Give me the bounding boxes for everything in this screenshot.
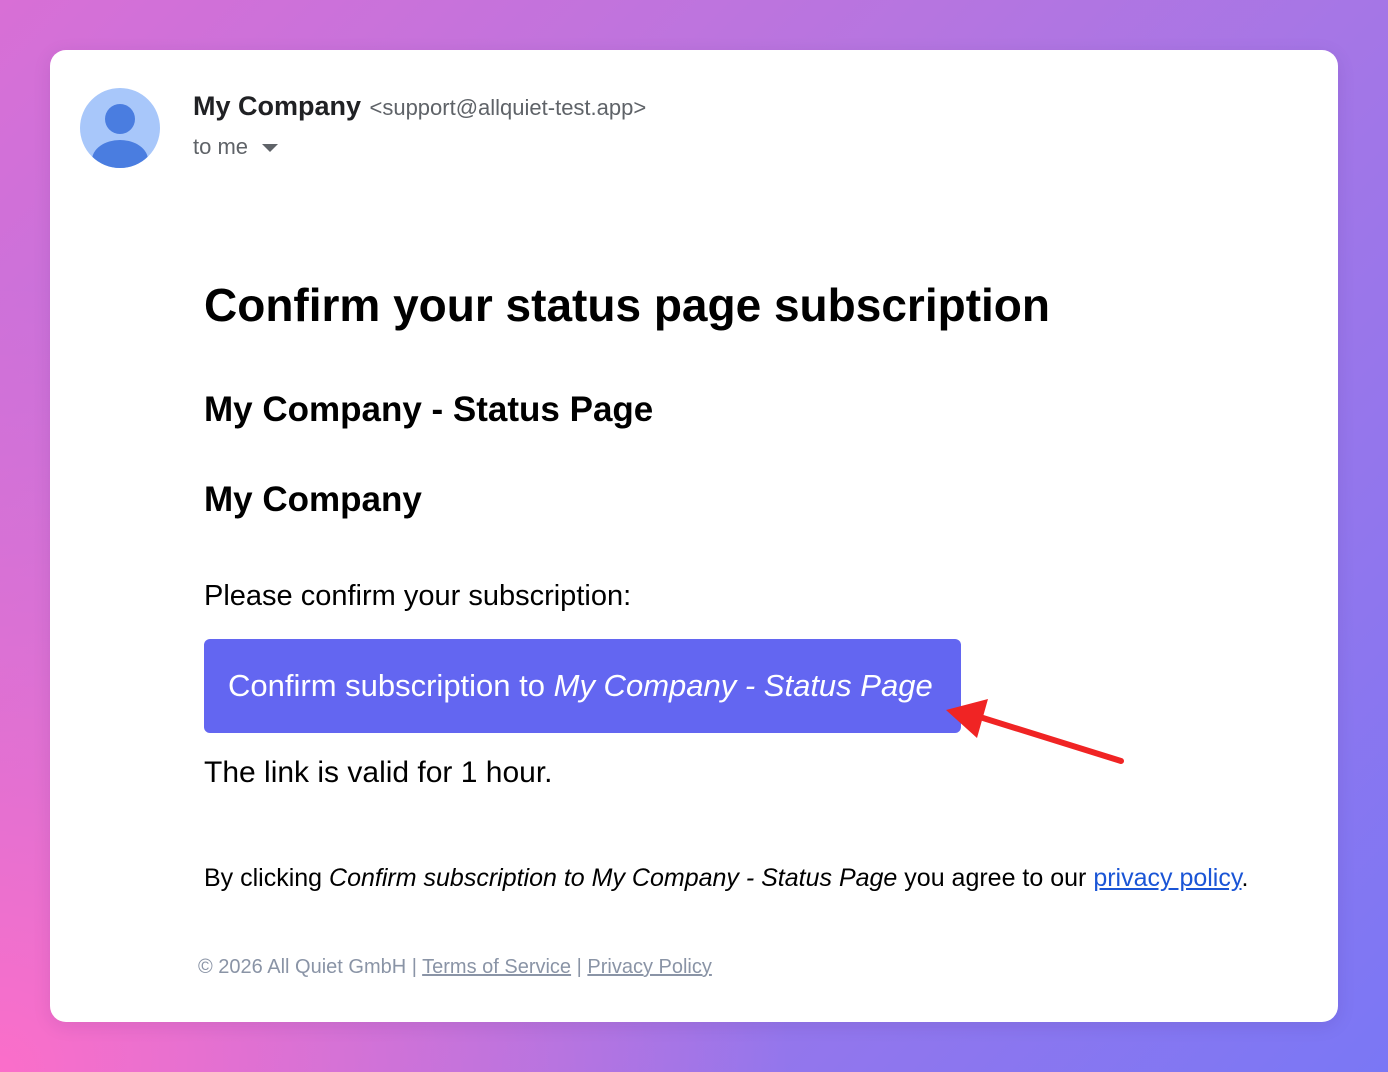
email-footer: © 2026 All Quiet GmbH | Terms of Service… (198, 956, 712, 979)
privacy-policy-link[interactable]: privacy policy (1093, 864, 1241, 892)
agreement-suffix: . (1241, 864, 1249, 892)
sender-email: <support@allquiet-test.app> (369, 95, 647, 120)
sender-line: My Company <support@allquiet-test.app> (193, 91, 646, 122)
agreement-prefix: By clicking (204, 864, 330, 892)
footer-separator: | (571, 956, 588, 978)
agreement-middle: you agree to our (897, 864, 1094, 892)
company-name: My Company (204, 480, 422, 519)
confirm-prompt: Please confirm your subscription: (204, 580, 632, 612)
email-card: My Company <support@allquiet-test.app> t… (50, 50, 1338, 1022)
confirm-subscription-button[interactable]: Confirm subscription to My Company - Sta… (204, 639, 961, 733)
footer-copyright: © 2026 All Quiet GmbH (198, 956, 407, 978)
footer-privacy-policy-link[interactable]: Privacy Policy (587, 956, 711, 978)
terms-of-service-link[interactable]: Terms of Service (422, 956, 571, 978)
footer-separator: | (406, 956, 423, 978)
confirm-button-target: My Company - Status Page (553, 668, 933, 703)
email-title: Confirm your status page subscription (204, 279, 1050, 331)
status-page-name: My Company - Status Page (204, 390, 654, 429)
sender-name[interactable]: My Company (193, 91, 361, 121)
confirm-button-prefix: Confirm subscription to (228, 668, 554, 703)
caret-down-icon[interactable] (262, 144, 279, 152)
link-validity-text: The link is valid for 1 hour. (204, 756, 553, 789)
recipient-details-toggle[interactable]: to me (193, 134, 279, 160)
agreement-text: By clicking Confirm subscription to My C… (204, 864, 1248, 893)
agreement-action-text: Confirm subscription to My Company - Sta… (329, 864, 898, 892)
sender-avatar-icon (80, 88, 160, 168)
recipient-label: to me (193, 134, 249, 159)
